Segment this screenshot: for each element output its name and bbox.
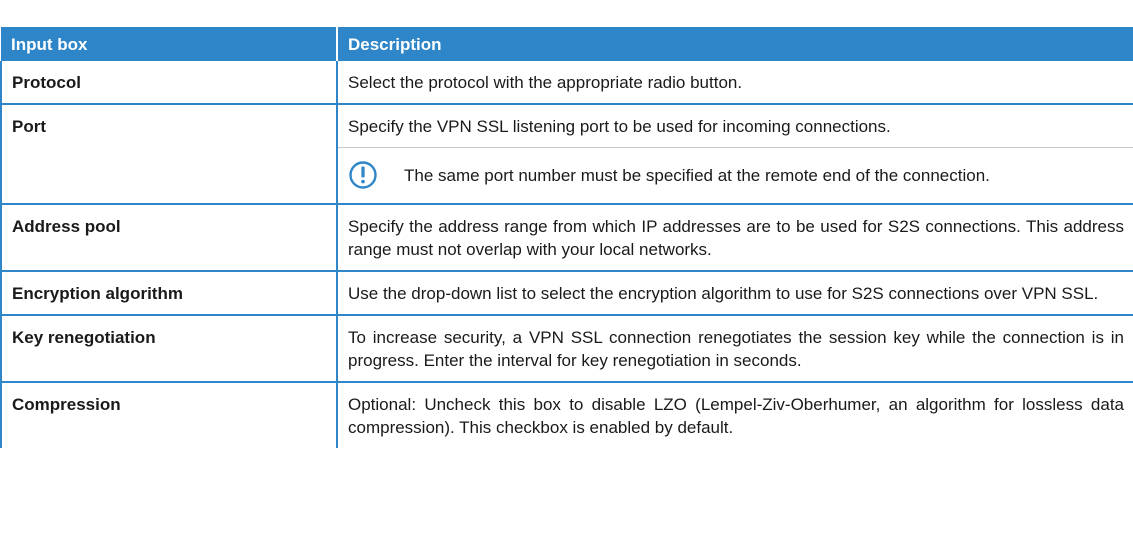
table-row: Encryption algorithm Use the drop-down l… <box>0 271 1133 316</box>
row-key-encryption-algorithm: Encryption algorithm <box>0 271 338 316</box>
table-row: Protocol Select the protocol with the ap… <box>0 61 1133 105</box>
table-header-row: Input box Description <box>1 27 1133 61</box>
row-description-protocol: Select the protocol with the appropriate… <box>337 61 1133 105</box>
table-row: Key renegotiation To increase security, … <box>0 315 1133 383</box>
row-key-key-renegotiation: Key renegotiation <box>0 315 338 383</box>
row-description-encryption-algorithm: Use the drop-down list to select the enc… <box>337 271 1133 316</box>
table-row: Port Specify the VPN SSL listening port … <box>0 104 1133 205</box>
row-key-protocol: Protocol <box>0 61 338 105</box>
header-input-box: Input box <box>1 27 338 61</box>
document-page: Input box Description Protocol Select th… <box>0 0 1133 538</box>
input-box-reference-table: Input box Description Protocol Select th… <box>0 27 1133 448</box>
row-description-compression: Optional: Uncheck this box to disable LZ… <box>348 395 1124 437</box>
row-description-key-renegotiation: To increase security, a VPN SSL connecti… <box>337 315 1133 383</box>
row-key-port: Port <box>0 104 338 205</box>
port-note-text: The same port number must be specified a… <box>404 165 990 185</box>
table-row: Address pool Specify the address range f… <box>0 204 1133 272</box>
header-description: Description <box>337 27 1133 61</box>
table-row: Compression Optional: Uncheck this box t… <box>0 382 1133 448</box>
row-description-port-cell: Specify the VPN SSL listening port to be… <box>337 104 1133 205</box>
row-key-compression: Compression <box>0 382 338 448</box>
exclamation-circle-icon <box>349 161 377 189</box>
row-key-address-pool: Address pool <box>0 204 338 272</box>
row-description-port: Specify the VPN SSL listening port to be… <box>348 117 891 136</box>
port-note: The same port number must be specified a… <box>338 147 1133 194</box>
row-description-address-pool: Specify the address range from which IP … <box>337 204 1133 272</box>
